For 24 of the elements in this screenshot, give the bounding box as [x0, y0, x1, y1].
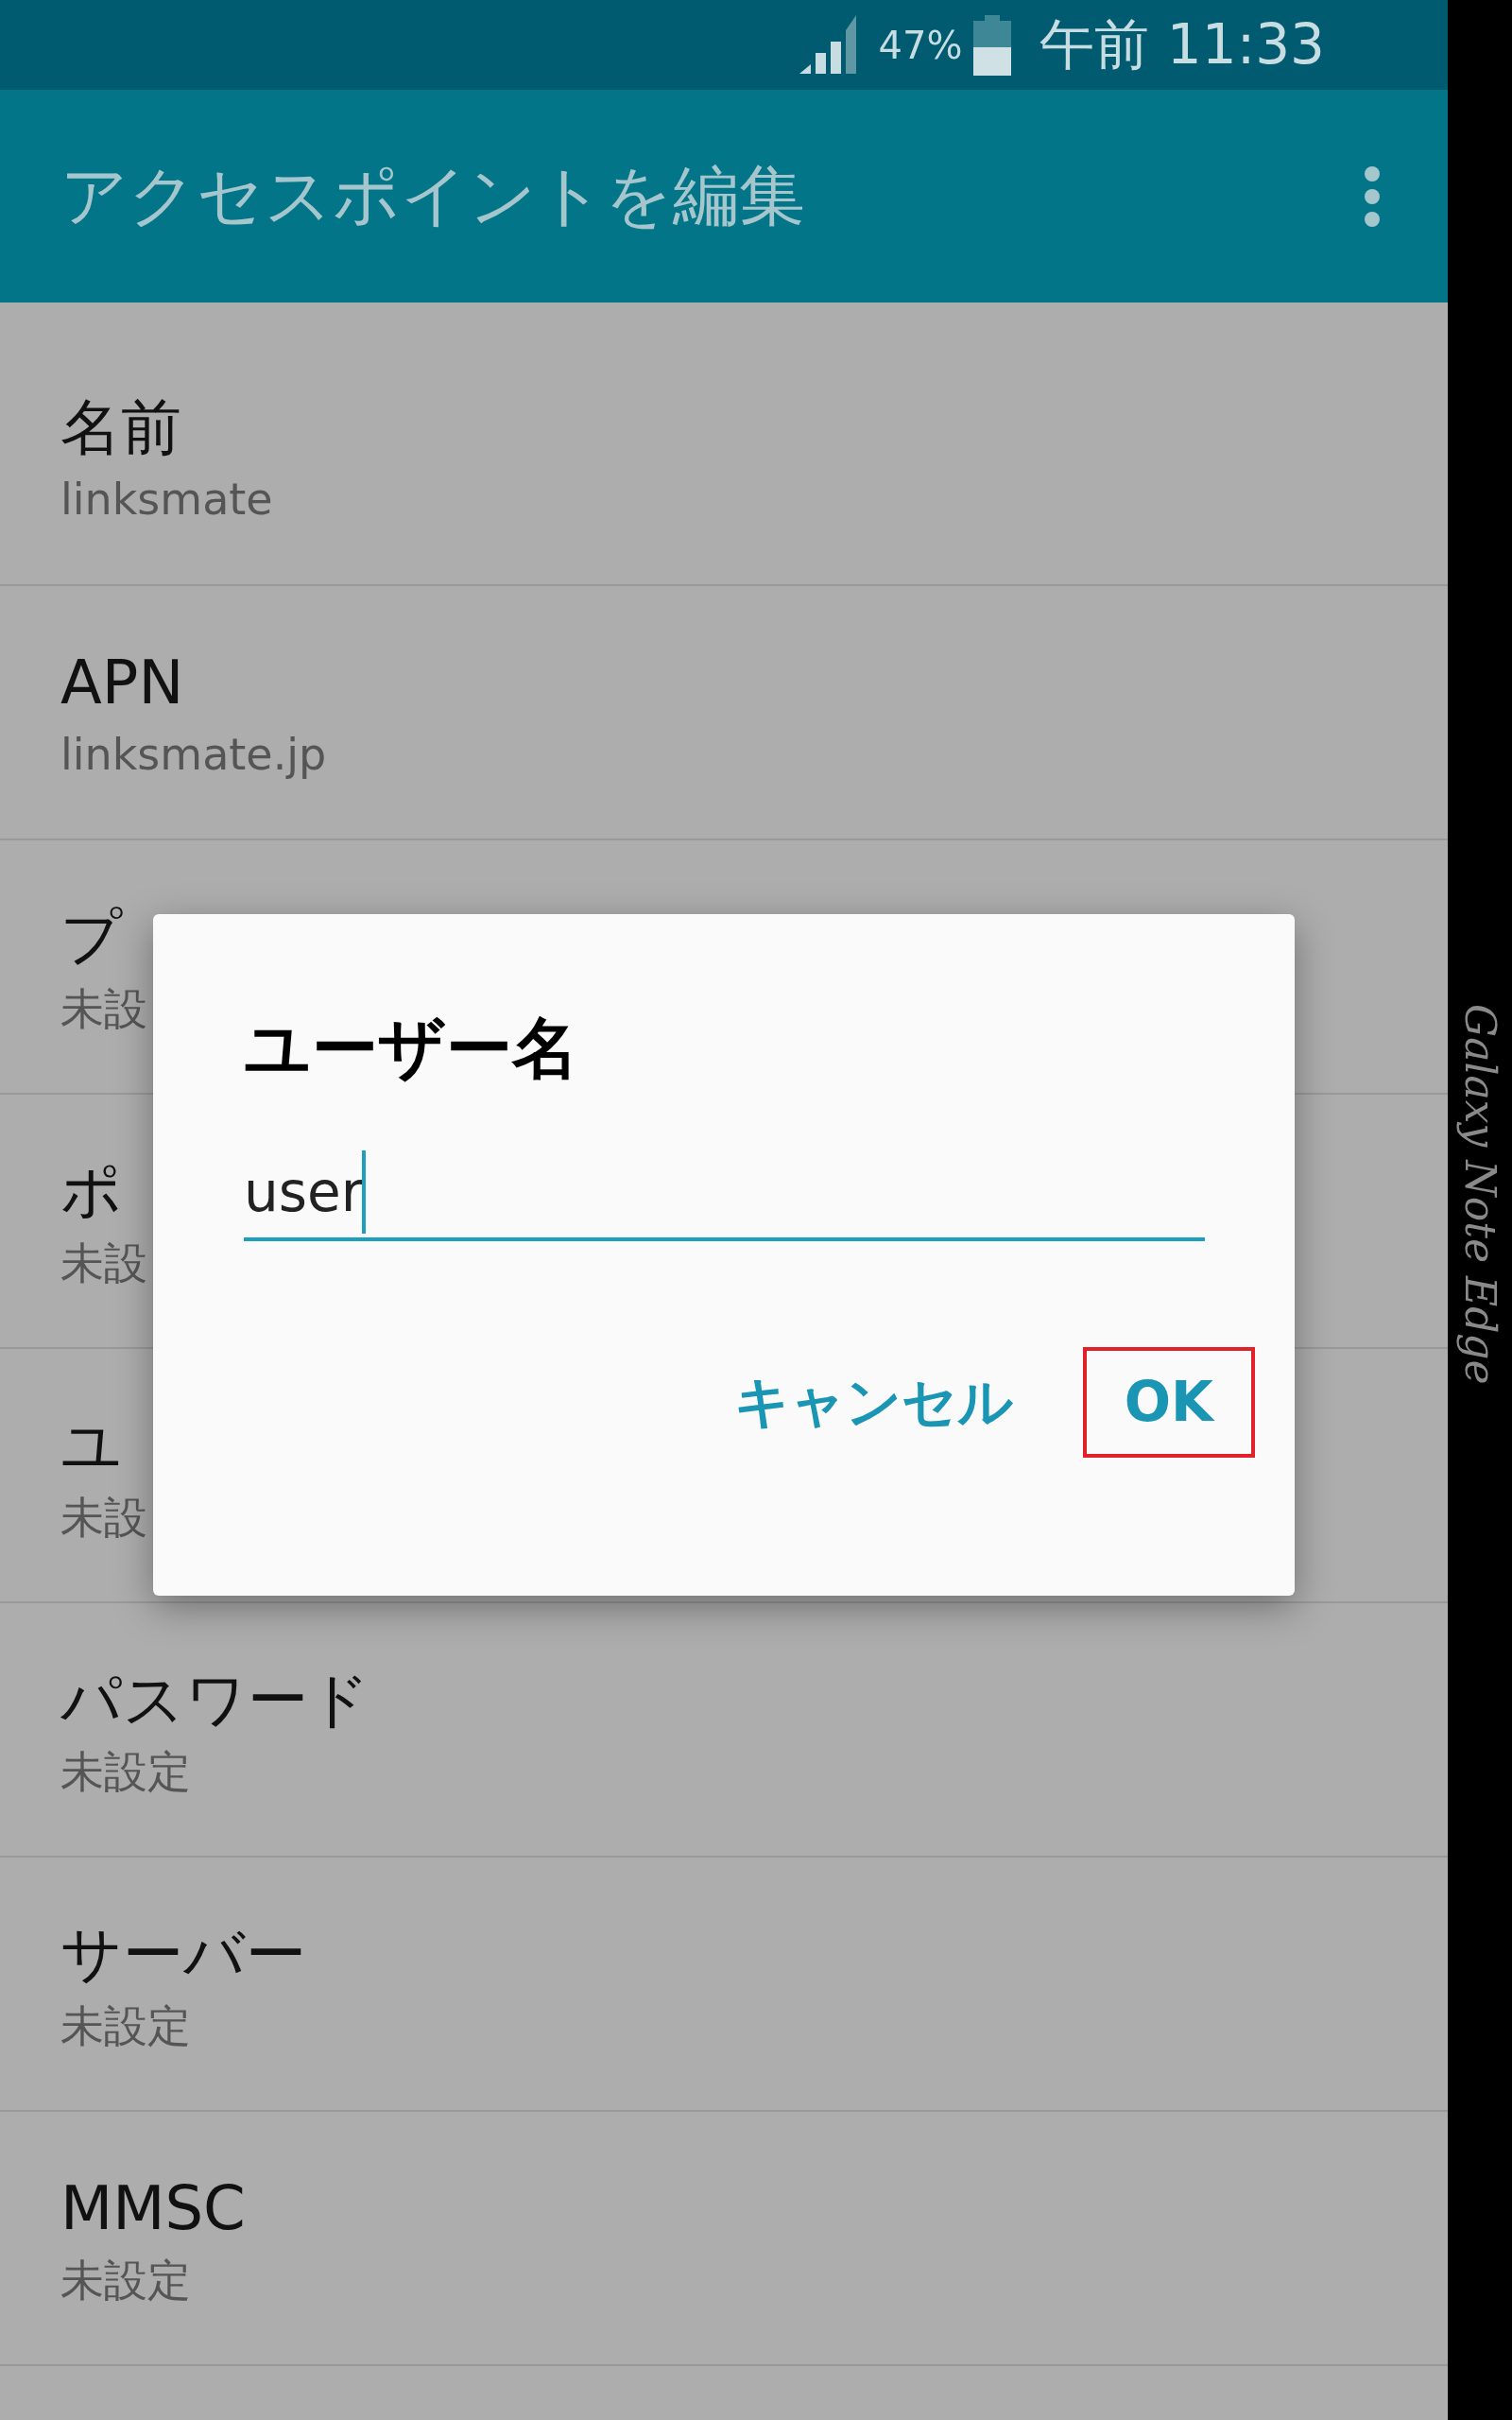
setting-value: 未設定 — [60, 1745, 191, 1799]
battery-percentage: 47% — [878, 22, 963, 69]
setting-value: linksmate.jp — [60, 728, 327, 782]
setting-value: 未設定 — [60, 2254, 191, 2308]
setting-title: サーバー — [60, 1918, 306, 1991]
setting-title: プ — [60, 901, 123, 974]
setting-title: ポ — [60, 1155, 123, 1228]
setting-title: MMSC — [60, 2172, 246, 2245]
setting-title: APN — [60, 647, 184, 719]
clock: 午前 11:33 — [1040, 11, 1325, 78]
input-field[interactable]: user — [244, 1147, 1205, 1241]
setting-value: 未設 — [60, 1491, 147, 1545]
battery-icon — [973, 14, 1012, 76]
screen-title: アクセスポイントを編集 — [60, 156, 805, 236]
setting-value: 未設定 — [60, 1999, 191, 2053]
edge-screen-label: Galaxy Note Edge — [1455, 1004, 1505, 1387]
setting-title: ユ — [60, 1409, 123, 1482]
setting-title: 名前 — [60, 391, 181, 464]
more-options-icon[interactable] — [1363, 164, 1382, 228]
setting-value: 未設 — [60, 982, 147, 1036]
setting-title: パスワード — [60, 1664, 370, 1737]
dialog-title: ユーザー名 — [244, 1009, 579, 1088]
setting-value: linksmate — [60, 473, 273, 527]
setting-value: 未設 — [60, 1236, 147, 1290]
